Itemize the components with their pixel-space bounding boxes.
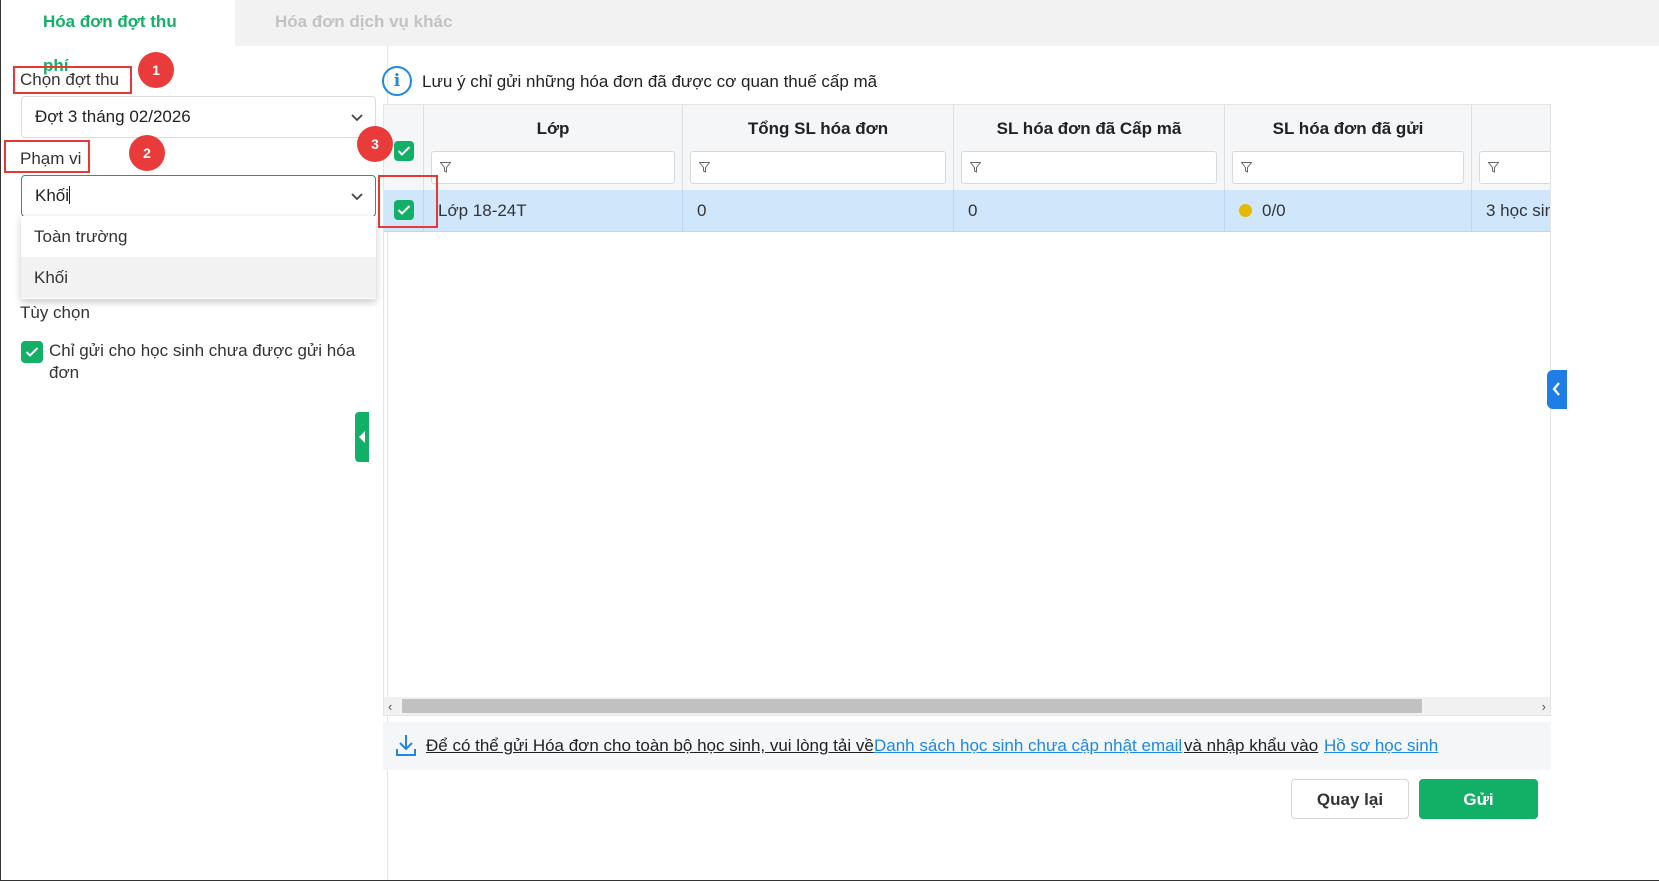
side-panel-toggle[interactable] [1547,370,1567,409]
column-header-sent[interactable]: SL hóa đơn đã gửi [1225,119,1471,139]
scope-select-value: Khối [35,186,70,205]
info-note: Lưu ý chỉ gửi những hóa đơn đã được cơ q… [422,72,878,91]
filter-extra[interactable] [1479,151,1550,184]
annotation-box-2 [4,140,90,173]
period-select[interactable]: Đợt 3 tháng 02/2026 [21,96,376,138]
scroll-left-icon[interactable]: ‹ [388,699,392,714]
column-header-total[interactable]: Tổng SL hóa đơn [683,119,953,139]
chevron-down-icon [351,193,363,201]
scope-dropdown: Toàn trường Khối [21,216,376,299]
column-header-issued[interactable]: SL hóa đơn đã Cấp mã [954,119,1224,139]
caret-left-icon [359,431,365,443]
cell-issued: 0 [954,190,1225,232]
column-class: Lớp [424,105,683,197]
filter-icon [970,162,981,173]
column-total: Tổng SL hóa đơn [683,105,954,197]
scope-select[interactable]: Khối [21,175,376,217]
cell-sent-value: 0/0 [1262,201,1286,220]
cell-extra: 3 học sin [1486,201,1551,220]
tab-fee-invoices[interactable]: Hóa đơn đợt thu phí [1,0,235,75]
annotation-box-3 [378,175,438,228]
filter-issued[interactable] [961,151,1217,184]
notice-link-email-list[interactable]: Danh sách học sinh chưa cập nhật email [874,736,1182,756]
only-unsent-checkbox[interactable] [21,341,43,363]
back-button[interactable]: Quay lại [1291,779,1409,819]
annotation-badge-2: 2 [129,135,165,171]
status-dot [1239,204,1252,217]
column-extra [1472,105,1550,197]
text-caret [69,186,71,204]
only-unsent-label: Chỉ gửi cho học sinh chưa được gửi hóa đ… [49,341,356,382]
chevron-left-icon [1552,382,1560,396]
scope-option-grade[interactable]: Khối [21,257,376,298]
cell-class: Lớp 18-24T [424,190,683,232]
column-issued: SL hóa đơn đã Cấp mã [954,105,1225,197]
scope-option-whole-school[interactable]: Toàn trường [21,216,376,257]
check-icon [397,146,411,156]
period-select-value: Đợt 3 tháng 02/2026 [35,107,191,126]
collapse-panel-button[interactable] [355,412,369,462]
cell-sent: 0/0 [1225,190,1472,232]
notice-bar: Để có thể gửi Hóa đơn cho toàn bộ học si… [383,722,1551,770]
annotation-box-1 [13,66,132,94]
cell-total: 0 [683,190,954,232]
check-icon [25,347,39,357]
notice-text-1: Để có thể gửi Hóa đơn cho toàn bộ học si… [426,736,874,755]
tab-other-service-invoices[interactable]: Hóa đơn dịch vụ khác [233,0,494,46]
filter-class[interactable] [431,151,675,184]
filter-icon [440,162,451,173]
filter-sent[interactable] [1232,151,1464,184]
info-icon: i [382,66,412,96]
annotation-badge-3: 3 [357,126,393,162]
table-row[interactable]: Lớp 18-24T 0 0 0/0 3 học sin [384,190,1550,232]
column-sent: SL hóa đơn đã gửi [1225,105,1472,197]
grid-header: Lớp Tổng SL hóa đơn SL hóa đơn đã Cấp mã… [384,105,1550,197]
filter-icon [1488,162,1499,173]
download-icon[interactable] [395,733,417,757]
tab-bar: Hóa đơn đợt thu phí Hóa đơn dịch vụ khác [1,0,1659,75]
column-header-class[interactable]: Lớp [424,119,682,139]
notice-link-student-profile[interactable]: Hồ sơ học sinh [1324,736,1438,756]
select-all-checkbox[interactable] [394,141,414,161]
filter-icon [699,162,710,173]
notice-text-2: và nhập khẩu vào [1184,736,1319,755]
filter-icon [1241,162,1252,173]
scrollbar-thumb[interactable] [402,699,1422,713]
options-label: Tùy chọn [20,303,90,322]
annotation-badge-1: 1 [138,52,174,88]
filter-total[interactable] [690,151,946,184]
send-button[interactable]: Gửi [1419,779,1538,819]
scroll-right-icon[interactable]: › [1542,699,1546,714]
horizontal-scrollbar[interactable]: ‹ › [384,697,1550,715]
invoice-grid: Lớp Tổng SL hóa đơn SL hóa đơn đã Cấp mã… [383,104,1551,716]
filter-panel: Chọn đợt thu 1 Đợt 3 tháng 02/2026 Phạm … [1,46,388,880]
chevron-down-icon [351,114,363,122]
